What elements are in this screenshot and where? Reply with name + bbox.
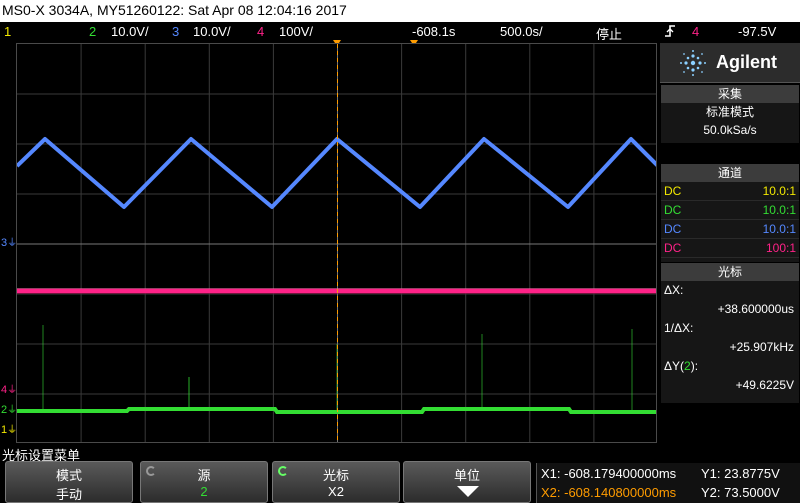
channel-probe: 10.0:1	[762, 222, 796, 236]
waveform-display[interactable]	[16, 43, 657, 443]
delta-x-label: ΔX:	[664, 283, 684, 297]
ch4-ground-marker[interactable]: 4⏚	[1, 385, 17, 397]
channels-section: DC 10.0:1 DC 10.0:1 DC 10.0:1 DC 100:1	[661, 182, 799, 262]
cursor-section: ΔX: +38.600000us 1/ΔX: +25.907kHz ΔY(2):…	[661, 281, 799, 403]
submenu-arrow-icon	[457, 486, 479, 497]
title-bar: MS0-X 3034A, MY51260122: Sat Apr 08 12:0…	[0, 0, 800, 22]
ch3-ground-marker[interactable]: 3⏚	[1, 238, 17, 250]
trigger-edge-icon	[664, 24, 676, 41]
ch1-indicator[interactable]: 1	[4, 24, 11, 39]
channel-probe: 10.0:1	[762, 184, 796, 198]
softkey-label: 源	[197, 468, 211, 483]
acquisition-section: 标准模式 50.0kSa/s	[661, 103, 799, 143]
ch3-indicator[interactable]: 3	[172, 24, 179, 39]
y1-readout: Y1: 23.8775V	[701, 466, 780, 481]
y2-readout: Y2: 73.5000V	[701, 485, 780, 500]
channel-coupling: DC	[664, 241, 682, 255]
brand-name: Agilent	[716, 52, 777, 72]
softkey-source[interactable]: 源 2	[140, 461, 268, 503]
delta-x-value: +38.600000us	[717, 302, 794, 316]
inverse-delta-x-value: +25.907kHz	[729, 340, 794, 354]
softkey-cursor[interactable]: 光标 X2	[272, 461, 400, 503]
channel-probe: 10.0:1	[762, 203, 796, 217]
cursor-readout: X1: -608.179400000ms Y1: 23.8775V X2: -6…	[536, 463, 800, 503]
delta-y-value: +49.6225V	[735, 378, 794, 392]
channel-row-3: DC 10.0:1	[661, 220, 799, 239]
softkey-label: 模式	[55, 468, 82, 483]
x2-readout: X2: -608.140800000ms	[541, 485, 677, 500]
delta-y-label: ΔY(2):	[664, 359, 699, 373]
inverse-delta-x-label: 1/ΔX:	[664, 321, 694, 335]
softkey-mode[interactable]: 模式 手动	[5, 461, 133, 503]
acquisition-mode: 标准模式	[705, 105, 754, 119]
status-bar: 1 2 10.0V/ 3 10.0V/ 4 100V/ -608.1s 500.…	[0, 22, 800, 42]
softkey-value: X2	[328, 484, 344, 499]
softkey-value: 2	[200, 484, 208, 499]
trigger-level[interactable]: -97.5V	[738, 24, 776, 39]
menu-title-bar: 光标设置菜单	[0, 444, 800, 463]
ch1-ground-marker[interactable]: 1⏚	[1, 425, 17, 437]
ch3-scale[interactable]: 10.0V/	[193, 24, 231, 39]
channel-row-1: DC 10.0:1	[661, 182, 799, 201]
channel-coupling: DC	[664, 184, 682, 198]
acquisition-header: 采集	[661, 85, 799, 103]
softkey-label: 光标	[322, 468, 349, 483]
softkey-label: 单位	[453, 468, 480, 483]
softkey-units[interactable]: 单位	[403, 461, 531, 503]
channel-row-4: DC 100:1	[661, 239, 799, 258]
channel-probe: 100:1	[765, 241, 796, 255]
channel-coupling: DC	[664, 203, 682, 217]
ch2-indicator[interactable]: 2	[89, 24, 96, 39]
ch4-scale[interactable]: 100V/	[279, 24, 313, 39]
window-title: MS0-X 3034A, MY51260122: Sat Apr 08 12:0…	[2, 2, 347, 18]
channels-header: 通道	[661, 164, 799, 182]
ch4-indicator[interactable]: 4	[257, 24, 264, 39]
trigger-channel[interactable]: 4	[692, 24, 699, 39]
channel-row-2: DC 10.0:1	[661, 201, 799, 220]
run-state[interactable]: 停止	[596, 24, 622, 43]
agilent-spark-icon	[680, 50, 706, 76]
brand-logo: Agilent	[660, 43, 800, 83]
ch2-scale[interactable]: 10.0V/	[111, 24, 149, 39]
side-panel: Agilent 采集 标准模式 50.0kSa/s 通道 DC 10.0:1 D…	[660, 43, 800, 443]
ch2-ground-marker[interactable]: 2⏚	[1, 405, 17, 417]
time-offset[interactable]: -608.1s	[412, 24, 455, 39]
sample-rate: 50.0kSa/s	[703, 123, 757, 137]
cursor-header: 光标	[661, 263, 799, 281]
time-scale[interactable]: 500.0s/	[500, 24, 543, 39]
channel-coupling: DC	[664, 222, 682, 236]
softkey-value: 手动	[55, 487, 82, 502]
x1-readout: X1: -608.179400000ms	[541, 466, 677, 481]
